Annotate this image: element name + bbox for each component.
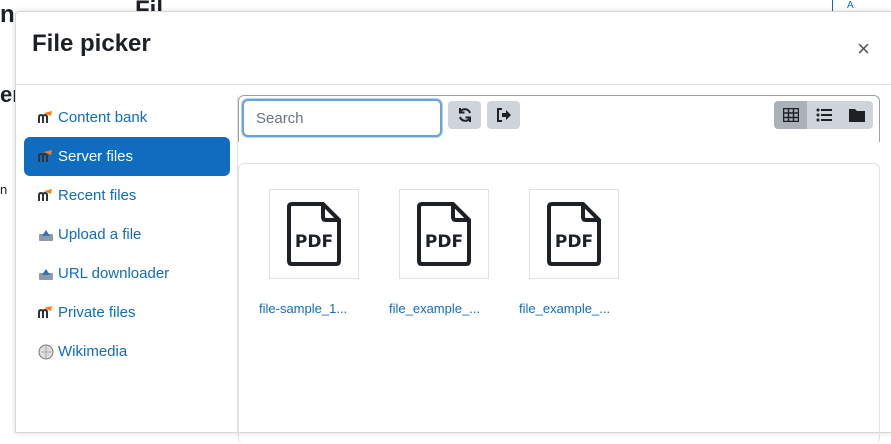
file-item[interactable]: PDF file_example_...	[389, 189, 499, 316]
search-input[interactable]	[242, 99, 442, 137]
file-picker-dialog: File picker × Content bank Server files …	[15, 11, 891, 444]
sidebar-item-server-files[interactable]: Server files	[24, 137, 230, 176]
sidebar-item-upload-a-file[interactable]: Upload a file	[24, 215, 230, 254]
file-thumbnail: PDF	[529, 189, 619, 279]
sidebar-item-url-downloader[interactable]: URL downloader	[24, 254, 230, 293]
pdf-file-icon: PDF	[417, 202, 471, 266]
sidebar-item-label: Private files	[58, 304, 136, 321]
file-browser: PDF file-sample_1... PDF file_example_..…	[238, 95, 891, 444]
file-thumbnail: PDF	[269, 189, 359, 279]
sidebar-item-content-bank[interactable]: Content bank	[24, 98, 230, 137]
file-item[interactable]: PDF file_example_...	[519, 189, 629, 316]
refresh-icon	[458, 108, 471, 122]
url-icon	[38, 266, 54, 282]
logout-icon	[496, 108, 511, 122]
folder-view-button[interactable]	[840, 101, 873, 129]
moodle-icon	[38, 149, 54, 165]
sidebar-item-private-files[interactable]: Private files	[24, 293, 230, 332]
file-toolbar	[238, 95, 880, 142]
dialog-title: File picker	[32, 30, 151, 57]
upload-icon	[38, 227, 54, 243]
sidebar-item-label: Wikimedia	[58, 343, 128, 360]
refresh-button[interactable]	[448, 101, 481, 129]
sidebar-item-recent-files[interactable]: Recent files	[24, 176, 230, 215]
logout-button[interactable]	[487, 101, 520, 129]
background-title: n	[0, 1, 15, 28]
background-text: n	[0, 182, 8, 197]
sidebar-item-label: Server files	[58, 148, 134, 165]
sidebar-item-label: URL downloader	[58, 265, 170, 282]
pdf-label: PDF	[555, 232, 593, 252]
moodle-icon	[38, 188, 54, 204]
close-button[interactable]: ×	[857, 38, 870, 60]
sidebar-item-wikimedia[interactable]: Wikimedia	[24, 332, 230, 371]
sidebar-item-label: Content bank	[58, 109, 148, 126]
repository-sidebar: Content bank Server files Recent files U…	[24, 98, 230, 371]
dialog-header: File picker ×	[16, 12, 891, 85]
pdf-label: PDF	[425, 232, 463, 252]
file-name: file-sample_1...	[259, 301, 348, 316]
list-view-icon	[816, 108, 832, 122]
file-name: file_example_...	[389, 301, 481, 316]
grid-view-icon	[782, 108, 799, 122]
wikimedia-icon	[38, 344, 54, 360]
file-name: file_example_...	[519, 301, 611, 316]
sidebar-item-label: Recent files	[58, 187, 137, 204]
pdf-file-icon: PDF	[547, 202, 601, 266]
file-item[interactable]: PDF file-sample_1...	[259, 189, 369, 316]
grid-view-button[interactable]	[774, 101, 807, 129]
sidebar-item-label: Upload a file	[58, 226, 142, 243]
pdf-file-icon: PDF	[287, 202, 341, 266]
moodle-icon	[38, 305, 54, 321]
moodle-icon	[38, 110, 54, 126]
file-thumbnail: PDF	[399, 189, 489, 279]
pdf-label: PDF	[295, 232, 333, 252]
folder-view-icon	[848, 109, 865, 122]
list-view-button[interactable]	[807, 101, 840, 129]
view-switcher	[774, 101, 873, 129]
